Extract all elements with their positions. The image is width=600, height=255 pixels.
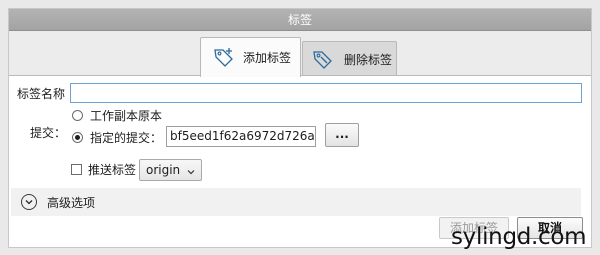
advanced-options-section[interactable]: 高级选项: [11, 188, 581, 216]
push-tag-checkbox[interactable]: [71, 164, 82, 175]
add-tag-panel: 标签名称 提交： 工作副本原本 指定的提交： bf5eed1f62a6972d7…: [9, 75, 591, 247]
tag-add-icon: [212, 46, 236, 70]
tab-remove-tag[interactable]: 删除标签: [302, 41, 397, 77]
tag-remove-icon: [311, 48, 335, 72]
watermark-text: sylingd.com: [451, 224, 587, 250]
radio-specified-commit-label: 指定的提交：: [90, 131, 163, 145]
window-title: 标签: [287, 13, 312, 27]
tag-name-label: 标签名称: [17, 87, 66, 101]
browse-commit-button[interactable]: ...: [325, 123, 359, 147]
chevron-down-icon: [187, 165, 195, 179]
remote-select-value: origin: [146, 163, 181, 177]
radio-working-copy-label: 工作副本原本: [90, 109, 163, 123]
advanced-options-label: 高级选项: [47, 196, 96, 210]
radio-working-copy[interactable]: [72, 110, 83, 121]
radio-specified-commit[interactable]: [72, 132, 83, 143]
push-tag-label: 推送标签: [88, 163, 137, 177]
commit-hash-input[interactable]: bf5eed1f62a6972d726a8c: [166, 126, 316, 147]
tag-name-input[interactable]: [70, 83, 582, 103]
tag-dialog: 标签 添加标签 删除标签 标签名称 提交： 工作副本原本 指定的提交： bf5e…: [8, 8, 592, 248]
tab-add-tag-label: 添加标签: [243, 51, 292, 65]
title-bar: 标签: [9, 9, 591, 31]
tab-remove-tag-label: 删除标签: [344, 53, 393, 67]
commit-label: 提交：: [30, 126, 67, 140]
remote-select[interactable]: origin: [139, 159, 202, 181]
tab-add-tag[interactable]: 添加标签: [200, 37, 301, 77]
expand-chevron-icon: [21, 194, 37, 210]
